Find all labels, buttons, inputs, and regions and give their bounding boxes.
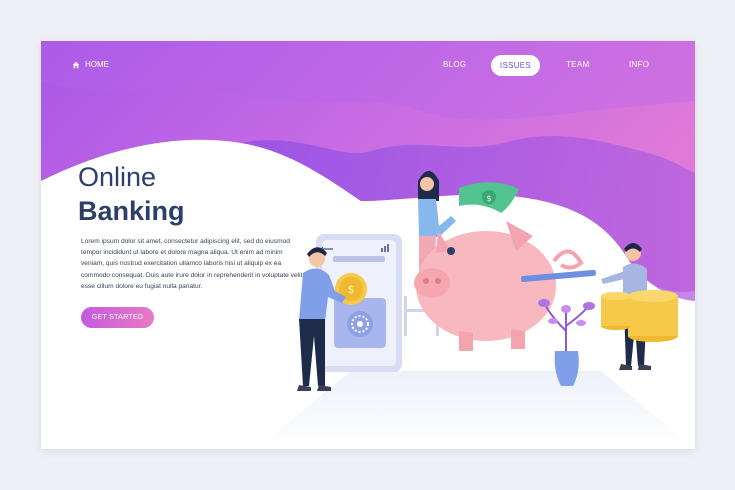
svg-text:$: $ <box>486 194 491 203</box>
coin-stack <box>601 290 678 342</box>
banking-illustration: $ $ <box>297 171 678 391</box>
svg-text:$: $ <box>348 283 355 296</box>
phone-illustration <box>316 234 402 372</box>
landing-card: HOME BLOG ISSUES TEAM INFO Online Bankin… <box>41 41 695 449</box>
safe-icon <box>334 298 386 348</box>
piggy-bank <box>414 221 596 351</box>
